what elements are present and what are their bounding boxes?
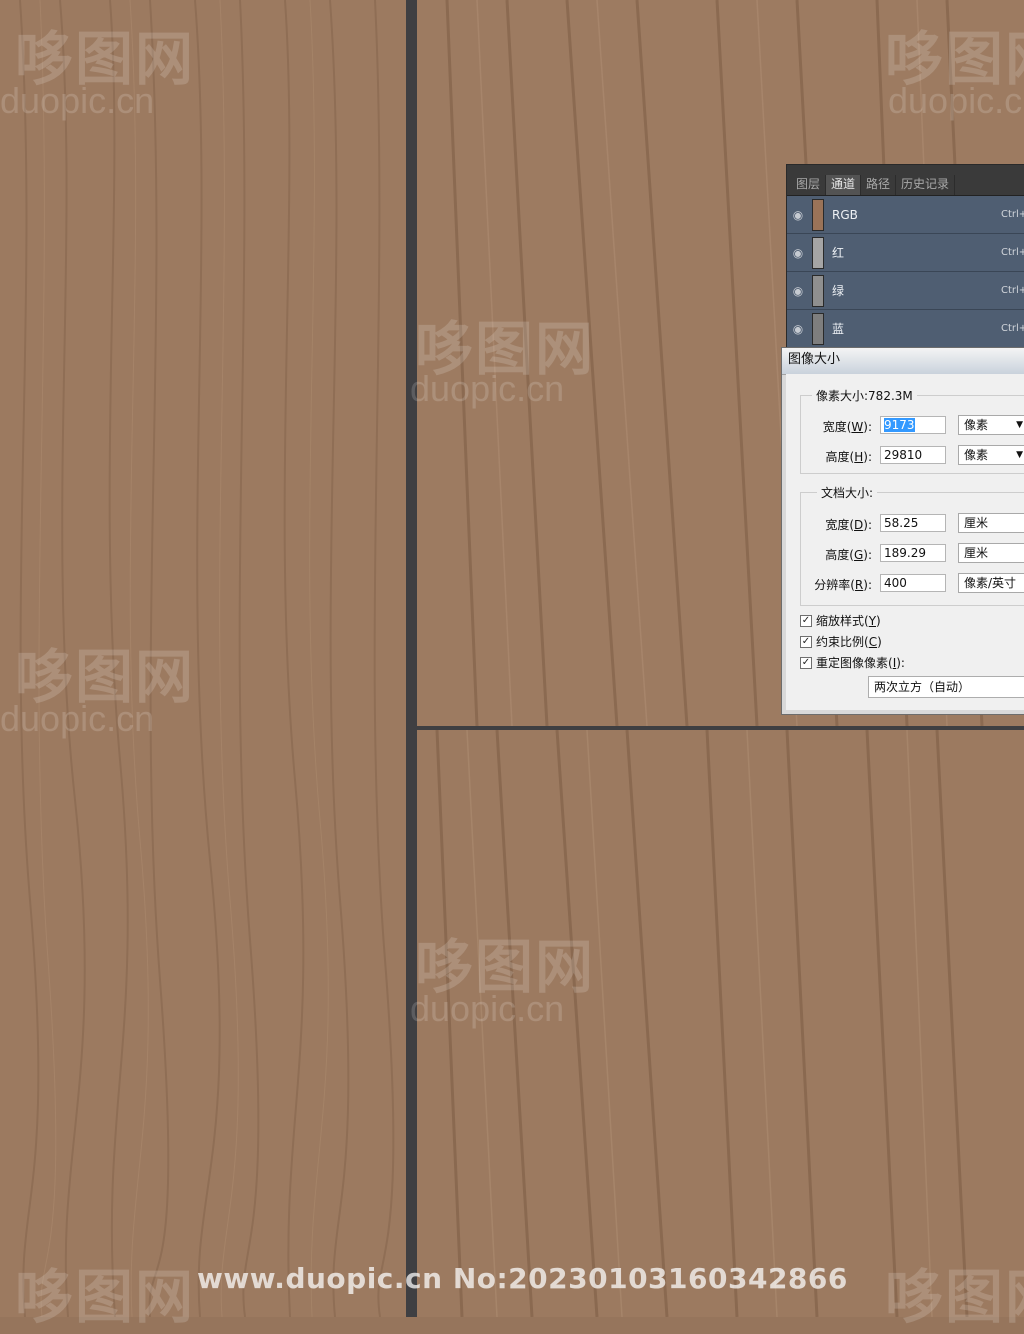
pixel-width-unit-select[interactable]: 像素 ▼ — [958, 415, 1024, 435]
tab-layers[interactable]: 图层 — [791, 175, 827, 195]
channel-thumbnail — [812, 312, 824, 345]
channel-shortcut: Ctrl+ — [1001, 323, 1024, 334]
tab-paths[interactable]: 路径 — [861, 175, 897, 195]
image-size-dialog: 图像大小 像素大小:782.3M 宽度(W): 9173 像素 ▼ 高度(H): … — [781, 347, 1024, 715]
check-icon: ✓ — [800, 656, 812, 669]
tab-channels[interactable]: 通道 — [826, 175, 862, 195]
channel-row-rgb[interactable]: ◉ RGB Ctrl+ — [787, 196, 1024, 234]
channel-name: 蓝 — [832, 322, 845, 336]
footer-watermark: www.duopic.cn No:20230103160342866 — [197, 1262, 848, 1295]
constrain-proportions-checkbox[interactable]: ✓ 约束比例(C) — [800, 633, 882, 650]
pixel-height-input[interactable]: 29810 — [880, 446, 946, 464]
check-icon: ✓ — [800, 635, 812, 648]
document-size-label: 文档大小: — [817, 484, 878, 501]
channels-tab-bar: 图层 通道 路径 历史记录 — [787, 165, 1024, 196]
chevron-down-icon: ▼ — [1016, 420, 1023, 430]
eye-icon[interactable]: ◉ — [787, 208, 809, 222]
pixel-dimensions-label: 像素大小:782.3M — [812, 387, 917, 404]
channel-row-red[interactable]: ◉ 红 Ctrl+ — [787, 234, 1024, 272]
doc-width-label: 宽度(D): — [825, 518, 872, 532]
channels-panel: 图层 通道 路径 历史记录 ◉ RGB Ctrl+ ◉ 红 Ctrl+ ◉ 绿 … — [786, 164, 1024, 350]
doc-width-unit-select[interactable]: 厘米 — [958, 513, 1024, 533]
eye-icon[interactable]: ◉ — [787, 322, 809, 336]
wood-grain-left — [0, 0, 406, 1317]
panel-seam-vertical — [406, 0, 417, 1317]
resolution-label: 分辨率(R): — [814, 578, 872, 592]
check-icon: ✓ — [800, 614, 812, 627]
channel-row-blue[interactable]: ◉ 蓝 Ctrl+ — [787, 310, 1024, 348]
tab-history[interactable]: 历史记录 — [896, 175, 956, 195]
channel-shortcut: Ctrl+ — [1001, 247, 1024, 258]
chevron-down-icon: ▼ — [1016, 450, 1023, 460]
resample-image-checkbox[interactable]: ✓ 重定图像像素(I): — [800, 654, 905, 671]
doc-height-input[interactable]: 189.29 — [880, 544, 946, 562]
eye-icon[interactable]: ◉ — [787, 246, 809, 260]
channel-name: RGB — [832, 207, 858, 222]
doc-height-label: 高度(G): — [825, 548, 872, 562]
channel-name: 红 — [832, 246, 845, 260]
resolution-unit-select[interactable]: 像素/英寸 — [958, 573, 1024, 593]
channel-name: 绿 — [832, 284, 845, 298]
wood-grain-bottom-right — [417, 730, 1024, 1317]
doc-width-input[interactable]: 58.25 — [880, 514, 946, 532]
dialog-body: 像素大小:782.3M 宽度(W): 9173 像素 ▼ 高度(H): 29810… — [786, 374, 1024, 710]
scale-styles-checkbox[interactable]: ✓ 缩放样式(Y) — [800, 612, 881, 629]
wood-panel-bottom-right — [417, 730, 1024, 1317]
channel-thumbnail — [812, 274, 824, 307]
channel-thumbnail — [812, 236, 824, 269]
channel-shortcut: Ctrl+ — [1001, 285, 1024, 296]
pixel-height-unit-select[interactable]: 像素 ▼ — [958, 445, 1024, 465]
pixel-height-label: 高度(H): — [825, 450, 872, 464]
doc-height-unit-select[interactable]: 厘米 — [958, 543, 1024, 563]
eye-icon[interactable]: ◉ — [787, 284, 809, 298]
channel-row-green[interactable]: ◉ 绿 Ctrl+ — [787, 272, 1024, 310]
resample-method-select[interactable]: 两次立方（自动） — [868, 676, 1024, 698]
wood-panel-left — [0, 0, 406, 1317]
pixel-width-input[interactable]: 9173 — [880, 416, 946, 434]
resolution-input[interactable]: 400 — [880, 574, 946, 592]
channel-thumbnail — [812, 198, 824, 231]
channel-shortcut: Ctrl+ — [1001, 209, 1024, 220]
dialog-title[interactable]: 图像大小 — [782, 348, 1024, 375]
pixel-width-label: 宽度(W): — [822, 420, 872, 434]
